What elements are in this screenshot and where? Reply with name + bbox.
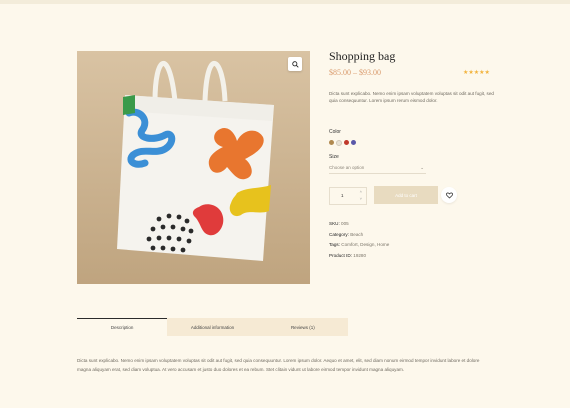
product-meta: SKU: 005 Category: Beach Tags: Comfort, … xyxy=(329,219,389,261)
zoom-button[interactable] xyxy=(288,57,302,71)
meta-product-id-value: 19280 xyxy=(353,252,367,258)
search-icon xyxy=(291,60,299,68)
meta-category-key: Category: xyxy=(329,231,349,237)
color-label: Color xyxy=(329,129,341,135)
quantity-value[interactable]: 1 xyxy=(341,193,344,198)
meta-sku-key: SKU: xyxy=(329,221,340,226)
size-select-value: Choose an option xyxy=(329,165,365,170)
description-text: Dicta sunt explicabo. Nemo enim ipsam vo… xyxy=(77,358,480,372)
tab-description[interactable]: Description xyxy=(77,318,168,336)
tab-reviews[interactable]: Reviews (1) xyxy=(257,318,348,336)
product-title: Shopping bag xyxy=(329,49,396,63)
color-swatch-white[interactable] xyxy=(336,140,342,146)
size-label: Size xyxy=(329,154,339,160)
wishlist-button[interactable] xyxy=(441,187,457,203)
quantity-stepper[interactable]: 1 ˄ ˅ xyxy=(329,187,367,205)
tote-bag-illustration xyxy=(117,60,274,261)
quantity-increase-icon[interactable]: ˄ xyxy=(360,189,362,194)
meta-tags-value[interactable]: Comfort, Design, Home xyxy=(341,242,389,247)
chevron-down-icon: ⌄ xyxy=(420,165,424,170)
meta-tags-key: Tags: xyxy=(329,242,340,247)
add-to-cart-button[interactable]: Add to cart xyxy=(374,186,438,204)
meta-category-value[interactable]: Beach xyxy=(350,232,363,237)
meta-tags: Tags: Comfort, Design, Home xyxy=(329,240,389,251)
meta-sku: SKU: 005 xyxy=(329,219,389,230)
rating-stars[interactable]: ★★★★★ xyxy=(463,69,490,76)
meta-sku-value: 005 xyxy=(341,221,349,226)
heart-icon xyxy=(445,191,453,198)
meta-product-id: Product ID: 19280 xyxy=(329,251,389,262)
size-select[interactable]: Choose an option ⌄ xyxy=(329,165,426,174)
color-swatch-purple[interactable] xyxy=(351,140,356,145)
color-swatches xyxy=(329,140,356,146)
color-swatch-gold[interactable] xyxy=(329,140,334,145)
product-price: $85.00 – $93.00 xyxy=(329,68,381,77)
meta-product-id-key: Product ID: xyxy=(329,252,352,258)
product-tabs: Description Additional information Revie… xyxy=(77,318,348,336)
meta-category: Category: Beach xyxy=(329,230,389,241)
quantity-decrease-icon[interactable]: ˅ xyxy=(360,196,362,201)
short-description: Dicta sunt explicabo. Nemo enim ipsam vo… xyxy=(329,91,494,103)
product-image[interactable] xyxy=(77,51,310,284)
top-bar xyxy=(0,0,570,4)
color-swatch-red[interactable] xyxy=(344,140,349,145)
tab-additional-information[interactable]: Additional information xyxy=(167,318,258,336)
